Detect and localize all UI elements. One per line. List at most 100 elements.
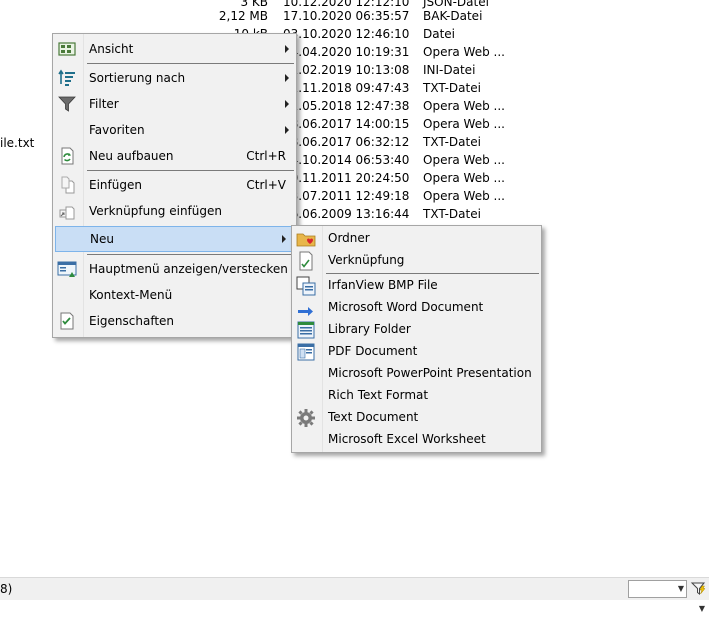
pdf-icon	[297, 343, 315, 361]
main-menu-icon	[57, 261, 77, 277]
submenu-item-folder[interactable]: Ordner	[292, 227, 541, 249]
file-type: TXT-Datei	[423, 207, 481, 221]
menu-item-label: Microsoft Excel Worksheet	[328, 432, 486, 446]
menu-item-label: Favoriten	[89, 123, 145, 137]
file-date: 14.04.2020 10:19:31	[283, 45, 410, 59]
properties-icon	[60, 312, 74, 330]
submenu-arrow-icon	[285, 74, 289, 82]
file-type: Opera Web ...	[423, 117, 505, 131]
menu-item-favorites[interactable]: Favoriten	[53, 118, 296, 142]
file-date: 11.11.2018 09:47:43	[283, 81, 410, 95]
file-date: 03.10.2020 12:46:10	[283, 27, 410, 41]
submenu-arrow-icon	[285, 126, 289, 134]
file-date: 17.10.2020 06:35:57	[283, 9, 410, 23]
menu-item-label: Text Document	[328, 410, 419, 424]
submenu-arrow-icon	[285, 100, 289, 108]
file-type: TXT-Datei	[423, 81, 481, 95]
file-date: 11.02.2019 10:13:08	[283, 63, 410, 77]
library-icon	[297, 321, 315, 339]
file-name-fragment[interactable]: ile.txt	[0, 134, 34, 152]
view-icon	[58, 42, 76, 56]
file-row[interactable]: 2,12 MB 17.10.2020 06:35:57 BAK-Datei	[0, 7, 709, 25]
chevron-down-icon[interactable]: ▼	[699, 604, 705, 613]
funnel-lightning-icon	[690, 582, 706, 595]
menu-item-label: Rich Text Format	[328, 388, 429, 402]
submenu-arrow-icon	[285, 45, 289, 53]
menu-separator	[87, 170, 294, 171]
submenu-item-rich-text-format[interactable]: Rich Text Format	[292, 384, 541, 406]
menu-item-label: Eigenschaften	[89, 314, 175, 328]
file-date: 08.06.2017 06:32:12	[283, 135, 410, 149]
submenu-item-word-document[interactable]: Microsoft Word Document	[292, 296, 541, 318]
file-type: Opera Web ...	[423, 99, 505, 113]
menu-item-label: Neu aufbauen	[89, 149, 174, 163]
menu-item-toggle-main-menu[interactable]: Hauptmenü anzeigen/verstecken	[53, 257, 296, 281]
submenu-item-library-folder[interactable]: Library Folder	[292, 318, 541, 340]
status-bar: 8) ▼	[0, 577, 709, 601]
menu-item-new[interactable]: Neu	[55, 226, 294, 252]
menu-item-sort-by[interactable]: Sortierung nach	[53, 66, 296, 90]
menu-item-filter[interactable]: Filter	[53, 92, 296, 116]
menu-item-shortcut: Ctrl+R	[246, 149, 286, 163]
chevron-down-icon[interactable]: ▼	[678, 581, 684, 597]
menu-item-label: Hauptmenü anzeigen/verstecken	[89, 262, 288, 276]
bmp-file-icon	[296, 276, 316, 296]
submenu-arrow-icon	[282, 235, 286, 243]
menu-item-label: Verknüpfung einfügen	[89, 204, 222, 218]
menu-item-label: Verknüpfung	[328, 253, 405, 267]
filter-combo[interactable]: ▼	[628, 580, 687, 598]
file-date: 08.06.2017 14:00:15	[283, 117, 410, 131]
submenu-item-excel-worksheet[interactable]: Microsoft Excel Worksheet	[292, 428, 541, 450]
file-date: 06.06.2009 13:16:44	[283, 207, 410, 221]
file-type: Opera Web ...	[423, 153, 505, 167]
submenu-new: Ordner Verknüpfung IrfanView BMP File Mi…	[291, 225, 542, 453]
menu-item-context-menu[interactable]: Kontext-Menü	[53, 283, 296, 307]
file-type: Opera Web ...	[423, 189, 505, 203]
menu-item-label: Sortierung nach	[89, 71, 186, 85]
menu-item-label: Ansicht	[89, 42, 134, 56]
menu-item-label: Einfügen	[89, 178, 142, 192]
menu-separator	[87, 254, 294, 255]
submenu-item-powerpoint-presentation[interactable]: Microsoft PowerPoint Presentation	[292, 362, 541, 384]
context-menu: Ansicht Sortierung nach Filter Favoriten…	[52, 33, 297, 338]
menu-item-label: Library Folder	[328, 322, 411, 336]
menu-item-label: IrfanView BMP File	[328, 278, 438, 292]
file-size: 2,12 MB	[218, 9, 268, 23]
filter-icon	[58, 96, 76, 112]
address-bar[interactable]: ▼	[0, 600, 709, 619]
shortcut-icon	[299, 251, 313, 271]
menu-item-label: Ordner	[328, 231, 370, 245]
menu-item-label: Filter	[89, 97, 119, 111]
file-type: TXT-Datei	[423, 135, 481, 149]
menu-item-paste[interactable]: Einfügen Ctrl+V	[53, 173, 296, 197]
status-text: 8)	[0, 582, 13, 596]
menu-item-label: Microsoft Word Document	[328, 300, 484, 314]
file-date: 10.11.2011 20:24:50	[283, 171, 410, 185]
submenu-item-pdf-document[interactable]: PDF Document	[292, 340, 541, 362]
refresh-icon	[61, 147, 74, 165]
sort-icon	[58, 69, 75, 86]
menu-item-label: Microsoft PowerPoint Presentation	[328, 366, 532, 380]
menu-item-label: Kontext-Menü	[89, 288, 173, 302]
menu-item-paste-shortcut[interactable]: Verknüpfung einfügen	[53, 199, 296, 223]
menu-item-shortcut: Ctrl+V	[246, 178, 286, 192]
file-type: BAK-Datei	[423, 9, 483, 23]
menu-item-view[interactable]: Ansicht	[53, 37, 296, 61]
submenu-item-shortcut[interactable]: Verknüpfung	[292, 249, 541, 271]
quick-filter-button[interactable]	[690, 580, 707, 597]
submenu-item-bmp-file[interactable]: IrfanView BMP File	[292, 274, 541, 296]
paste-icon	[61, 176, 75, 194]
gear-icon	[297, 409, 315, 427]
menu-separator	[87, 63, 294, 64]
file-type: Datei	[423, 27, 456, 41]
word-doc-icon	[298, 307, 313, 316]
menu-item-properties[interactable]: Eigenschaften	[53, 309, 296, 333]
menu-item-label: PDF Document	[328, 344, 418, 358]
menu-item-label: Neu	[90, 232, 114, 246]
file-date: 13.07.2011 12:49:18	[283, 189, 410, 203]
menu-item-rebuild[interactable]: Neu aufbauen Ctrl+R	[53, 144, 296, 168]
file-date: 21.05.2018 12:47:38	[283, 99, 410, 113]
file-date: 04.10.2014 06:53:40	[283, 153, 410, 167]
paste-shortcut-icon	[59, 206, 75, 220]
submenu-item-text-document[interactable]: Text Document	[292, 406, 541, 428]
